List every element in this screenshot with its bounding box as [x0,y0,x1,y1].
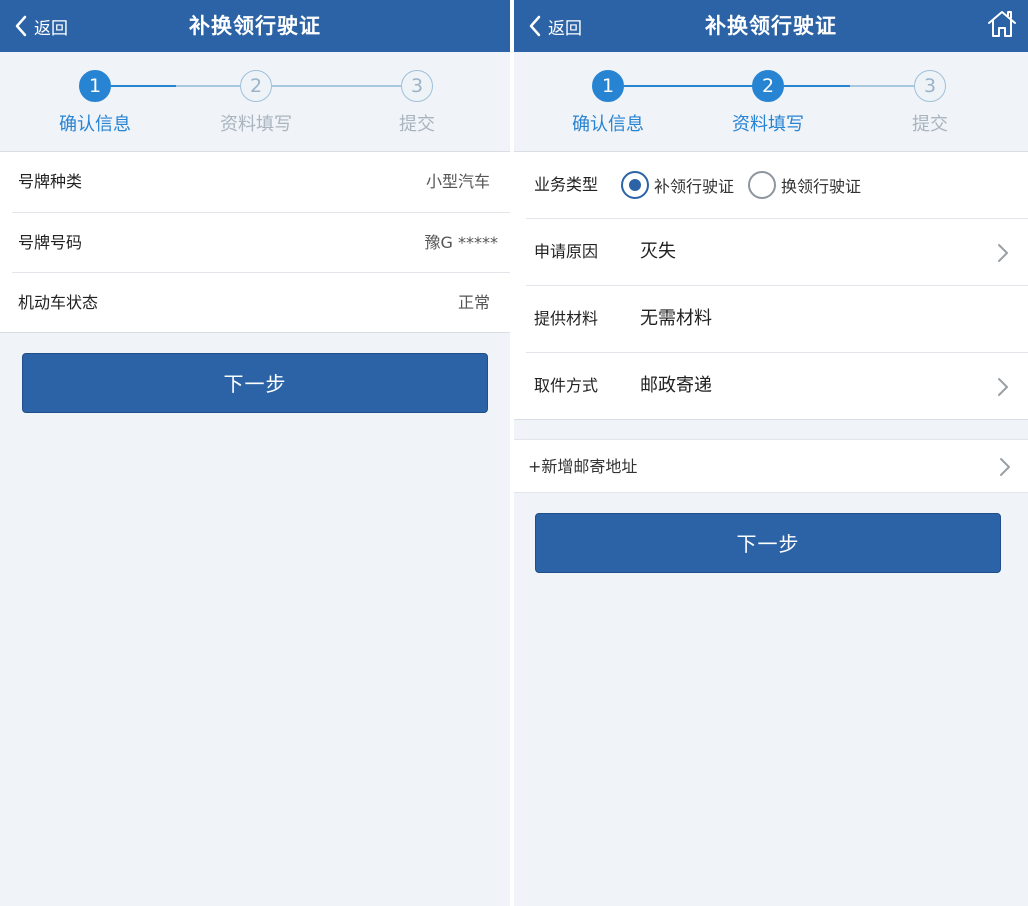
page-title: 补换领行驶证 [705,14,837,38]
back-button[interactable]: 返回 [526,10,582,42]
radio-replace[interactable]: 换领行驶证 [748,169,861,201]
radio-reissue[interactable]: 补领行驶证 [621,169,734,201]
step-3-label: 提交 [399,114,435,135]
chevron-right-icon [998,244,1008,262]
add-address-label: +新增邮寄地址 [528,457,638,476]
fill-info-screen: 返回 补换领行驶证 1 2 3 确认信息 资料填写 提交 业务类型 补领行驶证 [514,0,1028,906]
step-indicator: 1 2 3 确认信息 资料填写 提交 [0,52,510,152]
info-key: 号牌号码 [18,233,83,252]
form-key: 提供材料 [534,309,599,328]
step-line-2 [272,85,401,87]
confirm-info-screen: 返回 补换领行驶证 1 2 3 确认信息 资料填写 提交 号牌种类 小型汽车 号… [0,0,510,906]
step-line-1 [624,85,768,87]
app-header: 返回 补换领行驶证 [0,0,510,52]
back-label: 返回 [34,18,68,39]
form-row-reason[interactable]: 申请原因 灭失 [526,218,1028,285]
radio-checked-icon [621,171,649,199]
vehicle-info-list: 号牌种类 小型汽车 号牌号码 豫G ***** 机动车状态 正常 [0,152,510,333]
next-button[interactable]: 下一步 [22,353,488,413]
info-value: 正常 [457,293,490,312]
info-row-vehicle-status: 机动车状态 正常 [12,272,510,332]
chevron-right-icon [1000,458,1010,476]
step-3-label: 提交 [912,114,948,135]
chevron-right-icon [998,378,1008,396]
step-2-label: 资料填写 [220,114,292,135]
step-2-circle: 2 [240,70,272,102]
step-3-circle: 3 [914,70,946,102]
page-title: 补换领行驶证 [189,14,321,38]
form-value: 邮政寄递 [640,375,712,396]
next-button[interactable]: 下一步 [535,513,1001,573]
radio-unchecked-icon [748,171,776,199]
radio-label: 补领行驶证 [654,177,735,196]
back-button[interactable]: 返回 [12,10,68,42]
form-row-business-type: 业务类型 补领行驶证 换领行驶证 [526,152,1028,218]
step-line-1 [111,85,176,87]
info-value: 豫G ***** [424,233,499,252]
chevron-left-icon [529,15,541,37]
info-key: 机动车状态 [18,293,99,312]
step-1-circle: 1 [592,70,624,102]
step-2-label: 资料填写 [732,114,804,135]
add-address-row[interactable]: +新增邮寄地址 [514,439,1028,493]
form-row-materials: 提供材料 无需材料 [526,285,1028,352]
form-value: 无需材料 [640,308,712,329]
step-1-circle: 1 [79,70,111,102]
info-value: 小型汽车 [425,172,490,191]
step-line-1b [176,85,240,87]
form-row-pickup[interactable]: 取件方式 邮政寄递 [526,352,1028,419]
info-key: 号牌种类 [18,172,83,191]
step-1-label: 确认信息 [572,114,644,135]
radio-label: 换领行驶证 [781,177,862,196]
step-2-circle: 2 [752,70,784,102]
form-value: 灭失 [640,241,676,262]
step-1-label: 确认信息 [59,114,131,135]
chevron-left-icon [15,15,27,37]
step-line-2a [784,85,850,87]
home-icon[interactable] [986,8,1018,40]
form-key: 业务类型 [534,175,599,194]
info-row-plate-number: 号牌号码 豫G ***** [12,212,510,272]
form-key: 申请原因 [534,242,599,261]
form-key: 取件方式 [534,376,599,395]
application-form: 业务类型 补领行驶证 换领行驶证 申请原因 灭失 提供材料 无需材料 取件方式 … [514,152,1028,420]
step-3-circle: 3 [401,70,433,102]
info-row-plate-type: 号牌种类 小型汽车 [0,152,510,212]
back-label: 返回 [548,18,582,39]
step-indicator: 1 2 3 确认信息 资料填写 提交 [514,52,1028,152]
app-header: 返回 补换领行驶证 [514,0,1028,52]
step-line-2b [850,85,914,87]
